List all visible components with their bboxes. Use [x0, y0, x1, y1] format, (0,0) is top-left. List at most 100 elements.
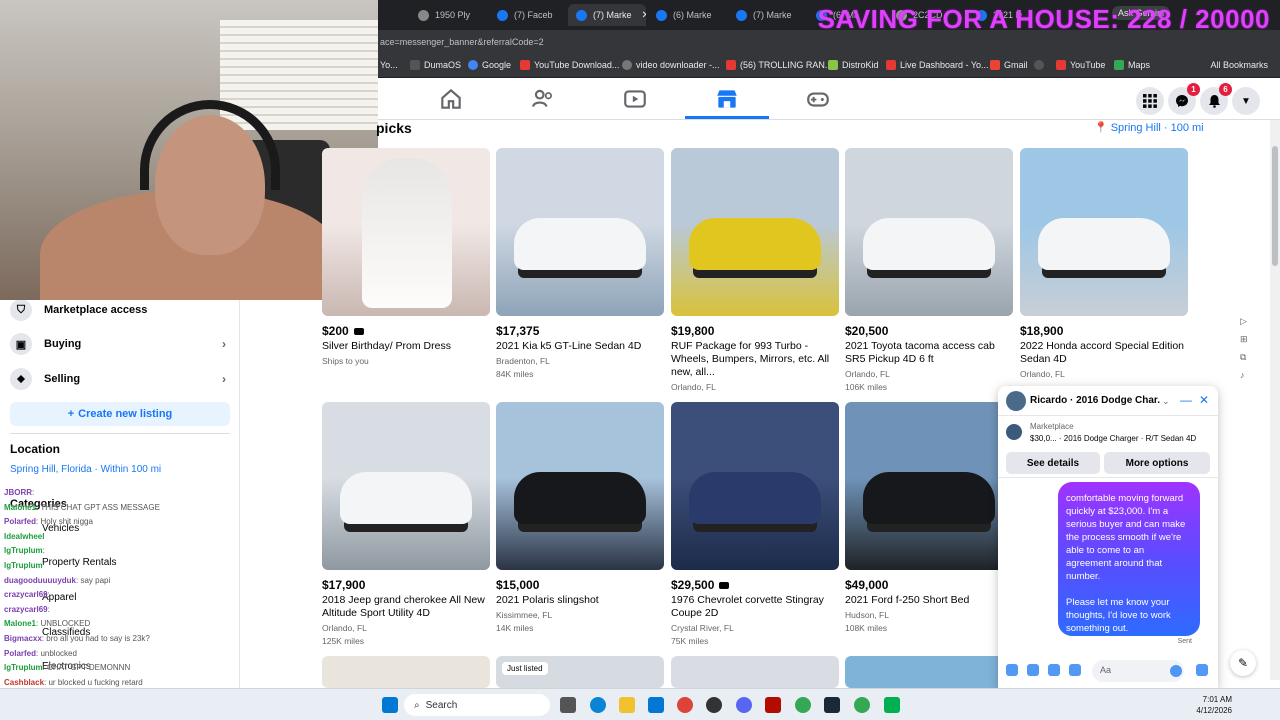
chat-contact-name[interactable]: Ricardo · 2016 Dodge Char...: [1030, 395, 1160, 406]
bookmark-item[interactable]: DistroKid: [828, 60, 879, 70]
edge-icon[interactable]: [590, 697, 606, 713]
bookmark-item[interactable]: Yo...: [380, 60, 398, 70]
listing-title[interactable]: 1976 Chevrolet corvette Stingray Coupe 2…: [671, 594, 839, 620]
bookmark-item[interactable]: Maps: [1114, 60, 1150, 70]
mic-icon[interactable]: [1006, 664, 1018, 676]
listing-title[interactable]: 2021 Kia k5 GT-Line Sedan 4D: [496, 340, 664, 353]
more-options-button[interactable]: More options: [1104, 452, 1210, 474]
listing-photo[interactable]: [322, 656, 490, 688]
chrome-icon[interactable]: [795, 697, 811, 713]
bookmark-item[interactable]: Live Dashboard - Yo...: [886, 60, 989, 70]
listing-card[interactable]: $19,800 RUF Package for 993 Turbo - Wheel…: [671, 148, 839, 394]
avatar[interactable]: [1006, 391, 1026, 411]
listing-title[interactable]: Silver Birthday/ Prom Dress: [322, 340, 490, 353]
marketplace-icon[interactable]: [714, 86, 740, 112]
play-icon[interactable]: ▷: [1240, 316, 1250, 326]
close-tab-icon[interactable]: ✕: [642, 10, 646, 21]
browser-tab[interactable]: 1950 Ply: [410, 4, 488, 26]
listing-title[interactable]: 2018 Jeep grand cherokee All New Altitud…: [322, 594, 490, 620]
account-button[interactable]: ▼: [1232, 87, 1260, 115]
listing-photo[interactable]: [496, 148, 664, 316]
minimize-icon[interactable]: —: [1180, 393, 1192, 407]
listing-photo[interactable]: [1020, 148, 1188, 316]
bookmark-item[interactable]: YouTube Download...: [520, 60, 619, 70]
file-explorer-icon[interactable]: [619, 697, 635, 713]
see-details-button[interactable]: See details: [1006, 452, 1100, 474]
friends-icon[interactable]: [530, 86, 556, 112]
gaming-icon[interactable]: [805, 86, 831, 112]
browser-tab[interactable]: (7) Marke: [728, 4, 806, 26]
bookmark-add-icon[interactable]: ⊞: [1240, 334, 1250, 344]
taskbar-search[interactable]: ⌕ Search: [404, 694, 550, 716]
listing-card[interactable]: $17,375 2021 Kia k5 GT-Line Sedan 4D Brade…: [496, 148, 664, 381]
listing-card[interactable]: $200 Silver Birthday/ Prom Dress Ships to …: [322, 148, 490, 368]
listing-title[interactable]: RUF Package for 993 Turbo - Wheels, Bump…: [671, 340, 839, 379]
sidebar-item-selling[interactable]: ⬥ Selling ›: [10, 364, 230, 394]
video-icon[interactable]: [622, 86, 648, 112]
listing-card-partial[interactable]: [671, 656, 839, 688]
listing-photo[interactable]: [845, 402, 1013, 570]
bookmark-item[interactable]: video downloader -...: [622, 60, 720, 70]
bookmark-item[interactable]: Gmail: [990, 60, 1028, 70]
listing-title[interactable]: 2021 Toyota tacoma access cab SR5 Pickup…: [845, 340, 1013, 366]
listing-title[interactable]: 2021 Ford f-250 Short Bed: [845, 594, 1013, 607]
photo-icon[interactable]: [1027, 664, 1039, 676]
chrome-icon[interactable]: [677, 697, 693, 713]
adobe-icon[interactable]: [765, 697, 781, 713]
bookmark-item[interactable]: [1034, 60, 1044, 70]
sidebar-item-buying[interactable]: ▣ Buying ›: [10, 329, 230, 359]
bookmark-item[interactable]: (56) TROLLING RAN...: [726, 60, 832, 70]
home-icon[interactable]: [438, 86, 464, 112]
browser-tab-active[interactable]: (7) Marke ✕: [568, 4, 646, 26]
listing-photo[interactable]: [496, 402, 664, 570]
listing-photo[interactable]: [322, 402, 490, 570]
listing-card-partial[interactable]: Just listed: [496, 656, 664, 688]
browser-tab[interactable]: (6) Marke: [648, 4, 726, 26]
listing-card[interactable]: $20,500 2021 Toyota tacoma access cab SR5…: [845, 148, 1013, 394]
listing-photo[interactable]: [671, 148, 839, 316]
chrome-icon[interactable]: [854, 697, 870, 713]
listing-photo[interactable]: [671, 656, 839, 688]
listing-card[interactable]: $17,900 2018 Jeep grand cherokee All New …: [322, 402, 490, 648]
emoji-icon[interactable]: [1170, 665, 1182, 677]
new-message-button[interactable]: ✎: [1230, 650, 1256, 676]
listing-photo[interactable]: Just listed: [496, 656, 664, 688]
listing-card-partial[interactable]: [845, 656, 1013, 688]
chevron-down-icon[interactable]: ⌄: [1162, 396, 1170, 407]
listing-photo[interactable]: [845, 148, 1013, 316]
scrollbar-thumb[interactable]: [1272, 146, 1278, 266]
listing-photo[interactable]: [322, 148, 490, 316]
obs-icon[interactable]: [706, 697, 722, 713]
close-icon[interactable]: ✕: [1199, 393, 1209, 407]
listing-photo[interactable]: [845, 656, 1013, 688]
steam-icon[interactable]: [824, 697, 840, 713]
discord-icon[interactable]: [736, 697, 752, 713]
copy-icon[interactable]: ⧉: [1240, 352, 1250, 362]
listing-title[interactable]: 2022 Honda accord Special Edition Sedan …: [1020, 340, 1188, 366]
listing-card-partial[interactable]: [322, 656, 490, 688]
listing-photo[interactable]: [671, 402, 839, 570]
browser-tab[interactable]: (7) Faceb: [489, 4, 567, 26]
location-filter-link[interactable]: Spring Hill, Florida · Within 100 mi: [10, 464, 161, 475]
bookmark-item[interactable]: Google: [468, 60, 511, 70]
bookmark-item[interactable]: DumaOS: [410, 60, 461, 70]
store-icon[interactable]: [648, 697, 664, 713]
notifications-button[interactable]: 6: [1200, 83, 1232, 115]
create-new-listing-button[interactable]: + Create new listing: [10, 402, 230, 426]
listing-card[interactable]: $29,500 1976 Chevrolet corvette Stingray …: [671, 402, 839, 648]
like-icon[interactable]: [1196, 664, 1208, 676]
app-icon[interactable]: [884, 697, 900, 713]
sticker-icon[interactable]: [1048, 664, 1060, 676]
menu-grid-button[interactable]: [1136, 87, 1164, 115]
bookmark-item[interactable]: YouTube: [1056, 60, 1105, 70]
url-text[interactable]: ace=messenger_banner&referralCode=2: [380, 37, 544, 47]
gif-icon[interactable]: [1069, 664, 1081, 676]
windows-start-icon[interactable]: [382, 697, 398, 713]
all-bookmarks-button[interactable]: All Bookmarks: [1210, 60, 1268, 70]
listing-card[interactable]: $18,900 2022 Honda accord Special Edition…: [1020, 148, 1188, 381]
mic-icon[interactable]: ♪: [1240, 370, 1250, 380]
listing-card[interactable]: $49,000 2021 Ford f-250 Short Bed Hudson, …: [845, 402, 1013, 635]
location-radius-link[interactable]: 📍 Spring Hill · 100 mi: [1094, 121, 1204, 135]
listing-title[interactable]: 2021 Polaris slingshot: [496, 594, 664, 607]
system-clock[interactable]: 7:01 AM 4/12/2026: [1196, 694, 1232, 716]
